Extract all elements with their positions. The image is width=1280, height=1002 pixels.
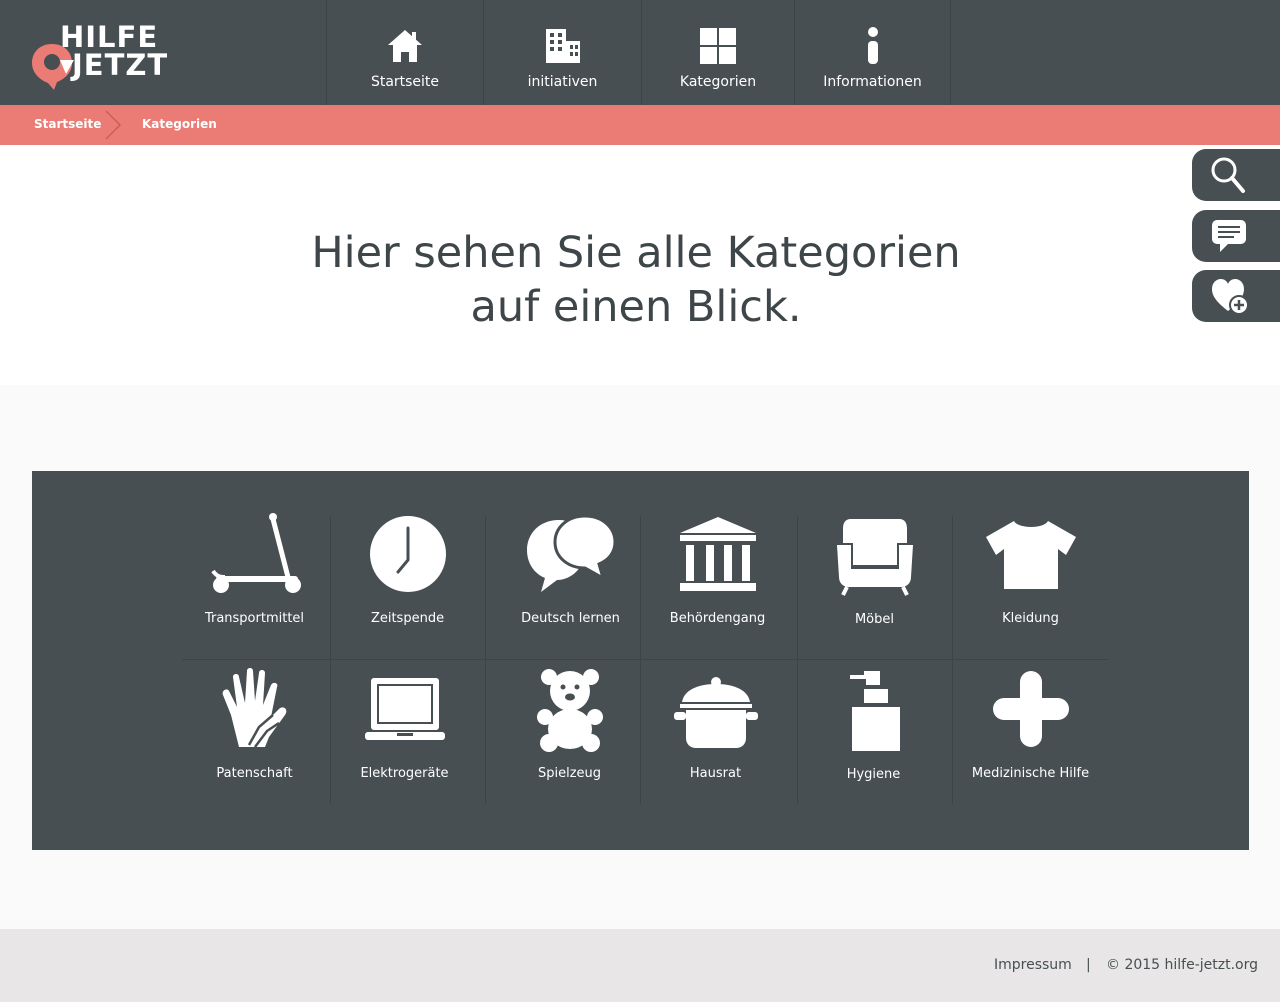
category-hygiene[interactable]: Hygiene — [796, 668, 951, 812]
category-transportmittel[interactable]: Transportmittel — [177, 512, 332, 656]
category-spielzeug[interactable]: Spielzeug — [492, 667, 647, 811]
nav-item-informationen[interactable]: Informationen — [794, 0, 951, 105]
page-headline: Hier sehen Sie alle Kategorien auf einen… — [0, 226, 1272, 334]
nav-item-startseite[interactable]: Startseite — [326, 0, 483, 105]
category-label: Medizinische Hilfe — [971, 766, 1090, 781]
category-label: Patenschaft — [216, 766, 293, 781]
nav-label: Informationen — [823, 74, 922, 90]
hands-icon — [205, 667, 305, 751]
headline-line-2: auf einen Blick. — [470, 282, 802, 332]
search-icon — [1211, 157, 1245, 193]
category-patenschaft[interactable]: Patenschaft — [177, 667, 332, 811]
category-moebel[interactable]: Möbel — [797, 513, 952, 657]
grid-divider — [485, 516, 486, 804]
category-behoerdengang[interactable]: Behördengang — [640, 512, 795, 656]
logo-line-2: JETZT — [72, 48, 169, 82]
chevron-right-icon — [105, 110, 122, 140]
info-icon — [853, 26, 893, 66]
teddy-bear-icon — [520, 667, 620, 752]
category-label: Elektrogeräte — [360, 766, 449, 781]
copyright-text: © 2015 hilfe-jetzt.org — [1106, 957, 1259, 973]
site-header: HILFE JETZT Startseite initiativen Kateg… — [0, 0, 1280, 105]
speech-bubbles-icon — [521, 512, 621, 596]
site-logo[interactable]: HILFE JETZT — [30, 20, 210, 92]
category-label: Möbel — [854, 612, 895, 627]
nav-item-kategorien[interactable]: Kategorien — [641, 0, 794, 105]
government-building-icon — [668, 512, 768, 596]
breadcrumb-item-startseite[interactable]: Startseite — [34, 117, 101, 131]
main-nav: Startseite initiativen Kategorien Inform… — [326, 0, 951, 105]
nav-item-initiativen[interactable]: initiativen — [483, 0, 641, 105]
site-footer: Impressum | © 2015 hilfe-jetzt.org — [0, 929, 1280, 1002]
nav-label: Kategorien — [679, 74, 757, 90]
category-kleidung[interactable]: Kleidung — [953, 512, 1108, 656]
category-label: Transportmittel — [204, 611, 305, 626]
home-icon — [385, 26, 425, 66]
grid-divider — [182, 659, 1108, 660]
side-tab-search[interactable] — [1192, 149, 1280, 201]
category-label: Behördengang — [669, 611, 766, 626]
category-label: Hausrat — [689, 766, 742, 781]
armchair-icon — [825, 513, 925, 597]
category-hausrat[interactable]: Hausrat — [638, 667, 793, 811]
category-medizinische-hilfe[interactable]: Medizinische Hilfe — [953, 667, 1108, 811]
clock-icon — [358, 512, 458, 596]
headline-line-1: Hier sehen Sie alle Kategorien — [311, 228, 961, 278]
nav-label: initiativen — [527, 74, 598, 90]
medical-cross-icon — [981, 667, 1081, 751]
category-elektrogeraete[interactable]: Elektrogeräte — [327, 667, 482, 811]
category-label: Spielzeug — [537, 766, 602, 781]
category-label: Kleidung — [1002, 611, 1059, 626]
building-icon — [543, 26, 583, 66]
category-zeitspende[interactable]: Zeitspende — [330, 512, 485, 656]
category-label: Deutsch lernen — [521, 611, 620, 626]
breadcrumb: Startseite Kategorien — [0, 105, 1280, 145]
tshirt-icon — [981, 512, 1081, 596]
footer-separator: | — [1086, 957, 1091, 973]
scooter-icon — [205, 512, 305, 596]
soap-dispenser-icon — [824, 668, 924, 752]
laptop-icon — [355, 667, 455, 751]
category-label: Zeitspende — [370, 611, 445, 626]
category-label: Hygiene — [846, 767, 901, 782]
nav-label: Startseite — [370, 74, 440, 90]
category-deutsch-lernen[interactable]: Deutsch lernen — [493, 512, 648, 656]
grid-icon — [698, 26, 738, 66]
cooking-pot-icon — [666, 667, 766, 751]
impressum-link[interactable]: Impressum — [994, 957, 1072, 973]
breadcrumb-item-kategorien[interactable]: Kategorien — [142, 117, 217, 131]
